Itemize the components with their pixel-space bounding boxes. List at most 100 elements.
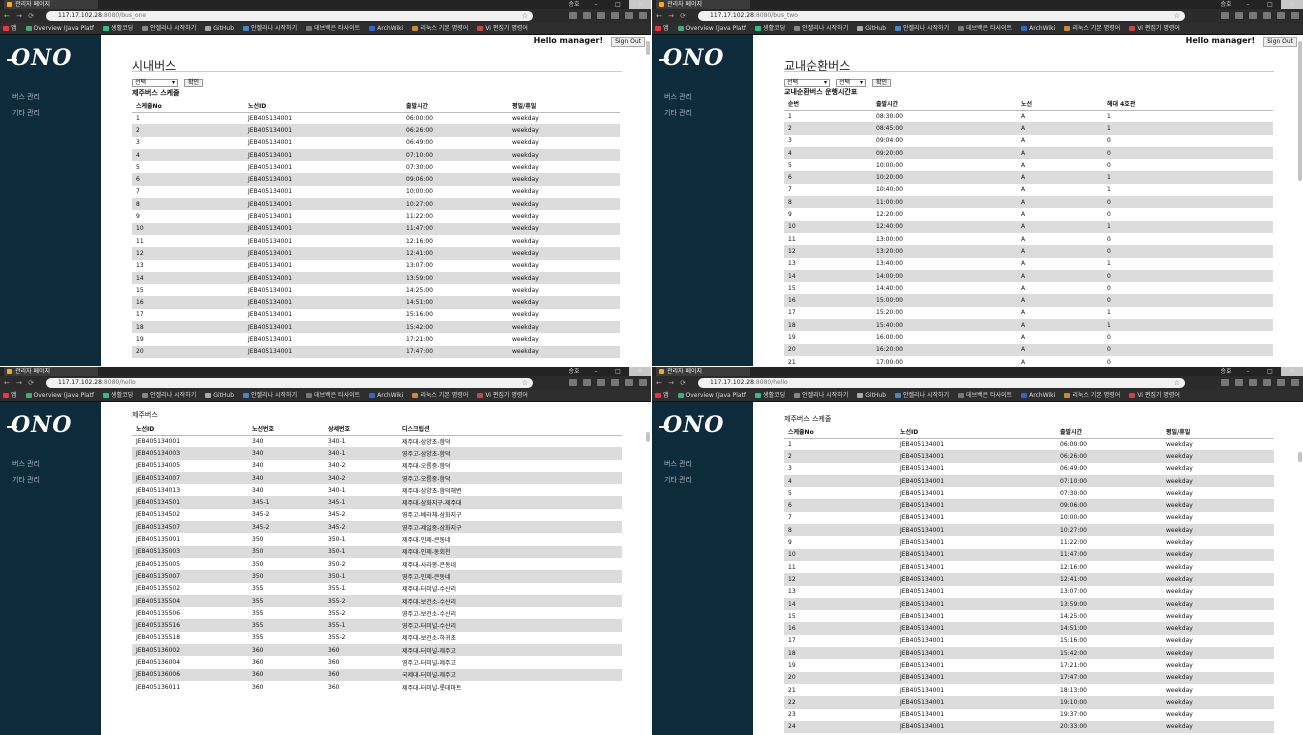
table-row[interactable]: 16 JEB405134001 14:51:00 weekday: [784, 622, 1274, 635]
bookmark-star-icon[interactable]: ☆: [522, 378, 528, 388]
sidebar-item-bus[interactable]: 버스 관리: [12, 89, 40, 105]
filter-select-2[interactable]: 선택: [836, 79, 866, 87]
nav-icons[interactable]: ← → ⟳: [656, 379, 688, 387]
table-row[interactable]: JEB405135506 355 355-2 영주고-보건소-수산리: [132, 607, 622, 619]
table-row[interactable]: 19 JEB405134001 17:21:00 weekday: [132, 333, 620, 345]
column-header[interactable]: 순번: [784, 97, 872, 111]
column-header[interactable]: 출발시간: [872, 97, 1017, 111]
column-header[interactable]: 노선: [1017, 97, 1103, 111]
table-row[interactable]: 3 JEB405134001 06:49:00 weekday: [132, 137, 620, 149]
minimize-icon[interactable]: –: [585, 0, 607, 9]
table-row[interactable]: 10 12:40:00 A 1: [784, 220, 1273, 233]
column-header[interactable]: 평일/휴일: [1162, 425, 1274, 439]
filter-select-1[interactable]: 선택: [784, 79, 830, 87]
bookmark-item[interactable]: 안젤리나 시작하기: [243, 25, 297, 32]
bookmark-item[interactable]: 앱: [655, 392, 669, 399]
table-row[interactable]: 2 JEB405134001 06:26:00 weekday: [132, 124, 620, 137]
bookmark-item[interactable]: 안젤리나 시작하기: [794, 25, 848, 32]
bookmark-item[interactable]: GitHub: [857, 392, 886, 399]
extension-icons[interactable]: [1221, 12, 1299, 19]
bookmark-item[interactable]: 데브백은 타사이트: [958, 25, 1012, 32]
table-row[interactable]: 5 10:00:00 A 0: [784, 159, 1273, 171]
sidebar-item-etc[interactable]: 기타 관리: [664, 105, 692, 121]
table-row[interactable]: 15 JEB405134001 14:25:00 weekday: [784, 610, 1274, 622]
minimize-icon[interactable]: –: [1237, 367, 1259, 376]
bookmark-item[interactable]: 안젤리나 시작하기: [895, 25, 949, 32]
sign-out-button[interactable]: Sign Out: [611, 37, 645, 47]
table-row[interactable]: 9 12:20:00 A 0: [784, 208, 1273, 220]
column-header[interactable]: 스케줄No: [784, 425, 896, 439]
table-row[interactable]: 16 15:00:00 A 0: [784, 294, 1273, 307]
table-row[interactable]: 6 JEB405134001 09:06:00 weekday: [132, 173, 620, 186]
column-header[interactable]: 출발시간: [402, 99, 508, 113]
bookmark-item[interactable]: ArchWiki: [1021, 392, 1055, 399]
table-row[interactable]: 18 15:40:00 A 1: [784, 319, 1273, 332]
bookmark-item[interactable]: 생활코딩: [755, 25, 785, 32]
table-row[interactable]: 19 16:00:00 A 0: [784, 331, 1273, 343]
table-row[interactable]: JEB405135518 355 355-2 제주대-보건소-하귀초: [132, 632, 622, 644]
column-header[interactable]: 노선ID: [132, 422, 248, 436]
bookmark-item[interactable]: 리눅스 기본 명령어: [1064, 25, 1120, 32]
table-row[interactable]: 20 JEB405134001 17:47:00 weekday: [132, 345, 620, 358]
browser-tab[interactable]: 관리자 페이지: [4, 367, 98, 376]
table-row[interactable]: 20 JEB405134001 17:47:00 weekday: [784, 671, 1274, 684]
close-icon[interactable]: ×: [629, 0, 651, 9]
table-row[interactable]: 16 JEB405134001 14:51:00 weekday: [132, 296, 620, 309]
table-row[interactable]: 10 JEB405134001 11:47:00 weekday: [132, 222, 620, 235]
bookmark-item[interactable]: 안젤리나 시작하기: [243, 392, 297, 399]
close-icon[interactable]: ×: [629, 367, 651, 376]
table-row[interactable]: 14 JEB405134001 13:59:00 weekday: [132, 271, 620, 285]
table-row[interactable]: JEB405135516 355 355-1 영주고-터미널-수산리: [132, 619, 622, 632]
table-row[interactable]: 7 10:40:00 A 1: [784, 184, 1273, 196]
bookmark-item[interactable]: 생활코딩: [103, 25, 133, 32]
bookmark-star-icon[interactable]: ☆: [522, 11, 528, 21]
table-row[interactable]: JEB405135007 350 350-1 영주고-인제-큰동네: [132, 570, 622, 583]
column-header[interactable]: 평일/휴일: [508, 99, 620, 113]
table-row[interactable]: 17 JEB405134001 15:16:00 weekday: [784, 635, 1274, 647]
table-row[interactable]: JEB405135001 350 350-1 제주대-인제-큰동네: [132, 533, 622, 545]
bookmark-star-icon[interactable]: ☆: [1174, 11, 1180, 21]
table-row[interactable]: 5 JEB405134001 07:30:00 weekday: [132, 161, 620, 173]
table-row[interactable]: 6 10:20:00 A 1: [784, 171, 1273, 184]
bookmark-item[interactable]: Vi 편집기 명령어: [477, 392, 528, 399]
table-row[interactable]: 4 JEB405134001 07:10:00 weekday: [132, 148, 620, 162]
bookmark-item[interactable]: Vi 편집기 명령어: [477, 25, 528, 32]
table-row[interactable]: 7 JEB405134001 10:00:00 weekday: [132, 186, 620, 198]
table-row[interactable]: 9 JEB405134001 11:22:00 weekday: [784, 536, 1274, 548]
table-row[interactable]: 6 JEB405134001 09:06:00 weekday: [784, 499, 1274, 512]
column-header[interactable]: 노선ID: [244, 99, 402, 113]
maximize-icon[interactable]: □: [1259, 367, 1281, 376]
bookmark-star-icon[interactable]: ☆: [1174, 378, 1180, 388]
table-row[interactable]: JEB405135504 355 355-2 제주대-보건소-수산리: [132, 594, 622, 608]
close-icon[interactable]: ×: [1281, 367, 1303, 376]
bookmark-item[interactable]: 앱: [3, 25, 17, 32]
table-row[interactable]: 19 JEB405134001 17:21:00 weekday: [784, 659, 1274, 671]
table-row[interactable]: 17 JEB405134001 15:16:00 weekday: [132, 309, 620, 321]
table-row[interactable]: 12 13:20:00 A 0: [784, 245, 1273, 258]
bookmark-item[interactable]: GitHub: [857, 25, 886, 32]
table-row[interactable]: 3 09:04:00 A 0: [784, 135, 1273, 147]
column-header[interactable]: 상세번호: [324, 422, 398, 436]
column-header[interactable]: 해대 4호관: [1103, 97, 1273, 111]
maximize-icon[interactable]: □: [1259, 0, 1281, 9]
url-input[interactable]: 117.17.102.28:8080/hello ☆: [46, 378, 533, 388]
column-header[interactable]: 출발시간: [1056, 425, 1162, 439]
table-row[interactable]: 20 16:20:00 A 0: [784, 343, 1273, 356]
table-row[interactable]: 13 13:40:00 A 1: [784, 258, 1273, 270]
url-input[interactable]: 117.17.102.28:8080/bus_two ☆: [698, 11, 1185, 21]
bookmark-item[interactable]: 데브백은 타사이트: [306, 25, 360, 32]
bookmark-item[interactable]: Overview (Java Platf: [25, 392, 94, 399]
scrollbar[interactable]: [646, 432, 650, 442]
bookmark-item[interactable]: 리눅스 기본 명령어: [412, 25, 468, 32]
table-row[interactable]: 2 JEB405134001 06:26:00 weekday: [784, 450, 1274, 463]
table-row[interactable]: 5 JEB405134001 07:30:00 weekday: [784, 487, 1274, 499]
table-row[interactable]: JEB405135005 350 350-2 제주대-사라봉-큰동네: [132, 558, 622, 570]
extension-icons[interactable]: [569, 379, 647, 386]
bookmark-item[interactable]: Overview (Java Platf: [25, 25, 94, 32]
bookmark-item[interactable]: 앱: [655, 25, 669, 32]
extension-icons[interactable]: [1221, 379, 1299, 386]
table-row[interactable]: JEB405134507 345-2 345-2 영주고-제일중-삼화지구: [132, 521, 622, 534]
table-row[interactable]: 11 JEB405134001 12:16:00 weekday: [784, 561, 1274, 573]
table-row[interactable]: 1 JEB405134001 06:00:00 weekday: [784, 438, 1274, 450]
url-input[interactable]: 117.17.102.28:8080/hello ☆: [698, 378, 1185, 388]
